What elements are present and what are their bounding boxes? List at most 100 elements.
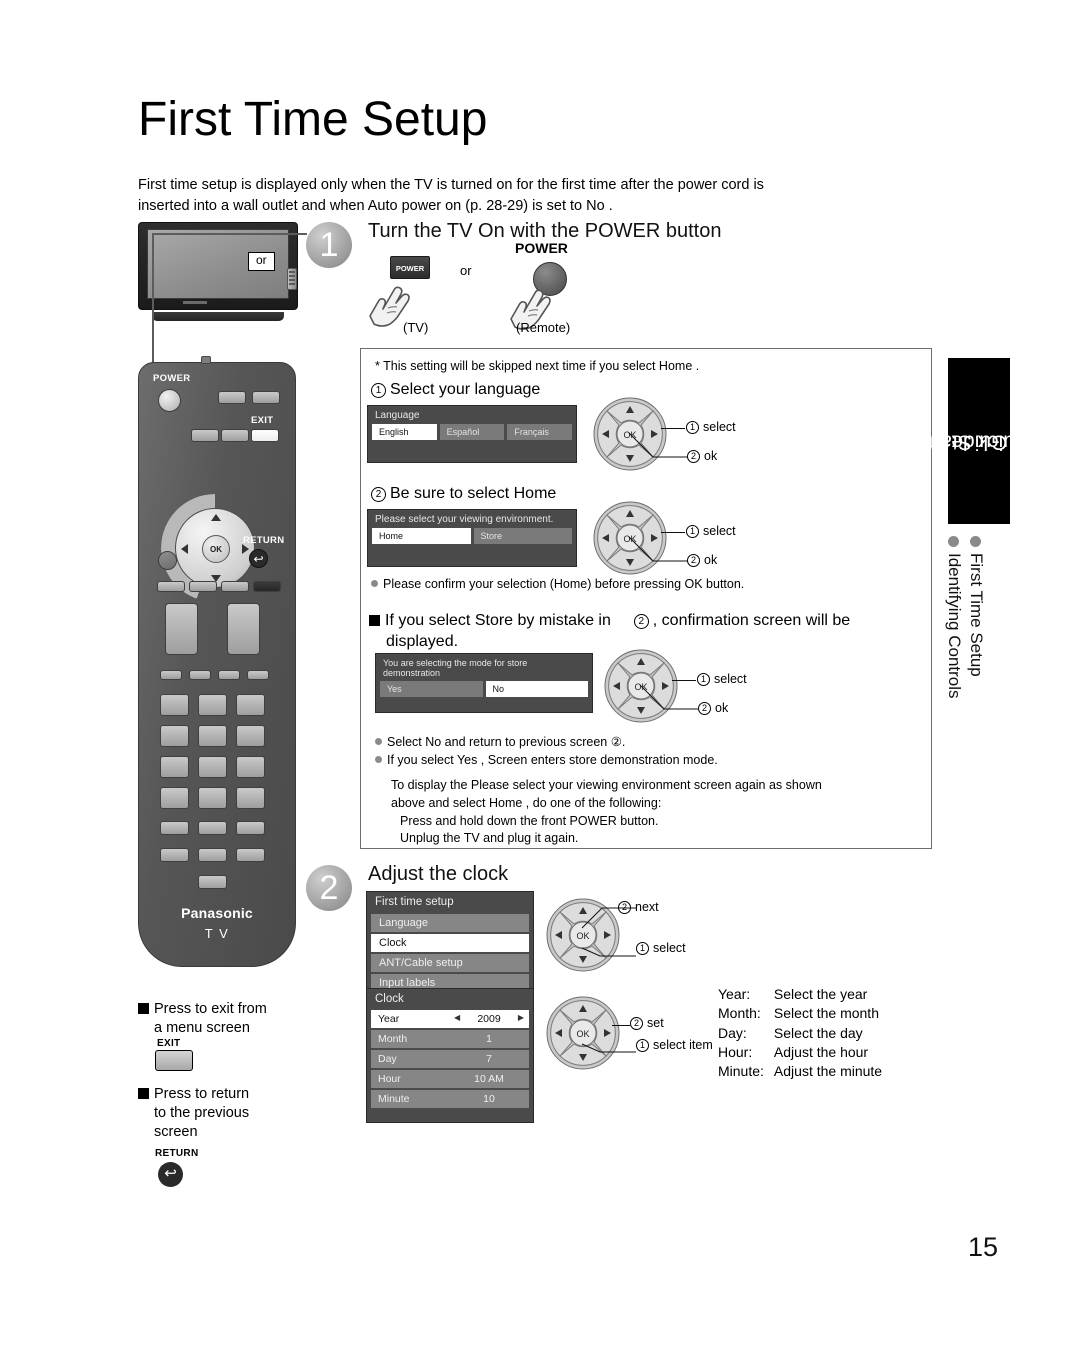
menu-item-language[interactable]: Language	[371, 914, 529, 932]
remote-ok-button: OK	[202, 535, 230, 563]
exit-note: Press to exit from a menu screen	[138, 1000, 267, 1038]
section-tab-list: First Time Setup Identifying Controls	[930, 532, 1012, 762]
substep-2-bullet: Please confirm your selection (Home) bef…	[371, 577, 744, 591]
clock-row-year[interactable]: Year ◀ 2009 ▶	[371, 1010, 529, 1028]
remote-ir-emitter	[201, 356, 211, 364]
clock-row-day[interactable]: Day 7	[371, 1050, 529, 1068]
remote-button	[252, 391, 280, 404]
osd-store-demo-title: You are selecting the mode for store dem…	[383, 658, 528, 678]
clock-desc-text: Select the day	[773, 1024, 863, 1041]
right-arrow-icon[interactable]: ▶	[518, 1013, 524, 1022]
clock-desc-key: Month:	[718, 1005, 761, 1022]
remote-number-button	[160, 694, 189, 716]
return-arrow-icon[interactable]: ↩	[158, 1162, 183, 1187]
dpad-note-ok: 2 ok	[698, 701, 728, 715]
menu-item-ant-cable-setup[interactable]: ANT/Cable setup	[371, 954, 529, 972]
tv-stand	[152, 312, 284, 321]
dpad-note-ok: 2 ok	[687, 449, 717, 463]
osd-option-home[interactable]: Home	[372, 528, 471, 544]
clock-desc-key: Minute:	[718, 1063, 764, 1080]
osd-option-english[interactable]: English	[372, 424, 437, 440]
osd-option-espanol[interactable]: Español	[439, 424, 505, 440]
bullet-dot-icon	[375, 756, 382, 763]
remote-round-button	[158, 551, 177, 570]
remote-button	[227, 603, 260, 655]
remote-control-illustration: POWER EXIT OK RETURN ↩ Panasonic T V	[138, 356, 296, 967]
leader-line	[672, 680, 696, 681]
intro-line-2: inserted into a wall outlet and when Aut…	[138, 197, 613, 214]
remote-button	[189, 670, 211, 680]
osd-store-demo-screen: You are selecting the mode for store dem…	[375, 653, 593, 713]
osd-option-no[interactable]: No	[485, 681, 588, 697]
osd-first-time-setup-menu: First time setup Language Clock ANT/Cabl…	[366, 891, 534, 995]
tab-item-identifying-controls[interactable]: Identifying Controls	[944, 536, 964, 699]
leader-line-ok	[639, 684, 698, 710]
clock-row-minute[interactable]: Minute 10	[371, 1090, 529, 1108]
osd-viewing-environment-screen: Please select your viewing environment. …	[367, 509, 577, 567]
leader-line-select	[581, 947, 636, 957]
remote-button	[157, 581, 185, 592]
leader-line	[612, 1025, 630, 1026]
clock-desc-key: Year:	[718, 986, 751, 1002]
clock-key-hour: Hour	[371, 1070, 449, 1088]
remote-number-button	[198, 694, 227, 716]
step-1-detail-panel: * This setting will be skipped next time…	[360, 348, 932, 849]
remote-exit-button	[251, 429, 279, 442]
remote-button	[191, 429, 219, 442]
clock-desc-text: Adjust the hour	[773, 1043, 869, 1060]
step-2-heading: Adjust the clock	[368, 863, 509, 885]
remote-number-button	[160, 725, 189, 747]
step-2-number: 2	[306, 865, 352, 911]
clock-value-hour[interactable]: 10 AM	[449, 1070, 529, 1088]
clock-value-minute[interactable]: 10	[449, 1090, 529, 1108]
remote-number-button	[198, 756, 227, 778]
osd-menu-title: First time setup	[375, 896, 454, 908]
clock-value-month[interactable]: 1	[449, 1030, 529, 1048]
page-number: 15	[967, 1232, 998, 1262]
tab-item-first-time-setup[interactable]: First Time Setup	[966, 536, 986, 677]
bullet-dot-icon	[970, 536, 981, 547]
remote-number-button	[236, 756, 265, 778]
remote-model-label: T V	[204, 926, 230, 941]
remote-number-button	[236, 725, 265, 747]
substep-2-heading: 2 Be sure to select Home	[371, 485, 556, 503]
remote-button	[198, 875, 227, 889]
osd-option-store[interactable]: Store	[473, 528, 572, 544]
menu-item-clock[interactable]: Clock	[371, 934, 529, 952]
clock-value-day[interactable]: 7	[449, 1050, 529, 1068]
remote-power-label: POWER	[153, 373, 191, 384]
osd-option-francais[interactable]: Français	[507, 424, 573, 440]
store-warning-paragraph: To display the Please select your viewin…	[391, 778, 822, 846]
exit-key-graphic[interactable]	[155, 1050, 193, 1071]
osd-viewing-options: Home Store	[368, 528, 576, 544]
clock-key-year: Year	[371, 1010, 449, 1028]
dpad-up-icon	[211, 514, 221, 521]
osd-option-yes[interactable]: Yes	[380, 681, 483, 697]
osd-clock-title: Clock	[375, 993, 404, 1005]
remote-number-button	[160, 756, 189, 778]
remote-button	[236, 821, 265, 835]
leader-line-select-item	[581, 1043, 636, 1053]
remote-exit-label: EXIT	[251, 415, 274, 426]
store-warning-heading: If you select Store by mistake in 2, con…	[369, 611, 929, 653]
substep-2-number: 2	[371, 487, 386, 502]
clock-field-descriptions: Year: Select the year Month: Select the mo…	[718, 985, 882, 1082]
clock-row-month[interactable]: Month 1	[371, 1030, 529, 1048]
substep-1-number: 1	[371, 383, 386, 398]
leader-line	[661, 532, 685, 533]
square-bullet-icon	[138, 1003, 149, 1014]
dpad-note-next: 2 next	[618, 900, 659, 914]
remote-button	[253, 581, 281, 592]
tv-side-buttons	[287, 268, 297, 290]
callout-line-horizontal	[152, 233, 307, 235]
return-arrow-icon: ↩	[249, 549, 268, 568]
remote-power-caption: POWER	[515, 240, 568, 256]
leader-line	[661, 428, 685, 429]
remote-button	[221, 429, 249, 442]
clock-row-hour[interactable]: Hour 10 AM	[371, 1070, 529, 1088]
osd-language-title: Language	[375, 410, 420, 421]
clock-value-year[interactable]: ◀ 2009 ▶	[449, 1010, 529, 1028]
left-arrow-icon[interactable]: ◀	[454, 1013, 460, 1022]
section-tab-quick-start-guide: Quick Start Guide	[927, 358, 1031, 524]
dpad-note-select: 1 select	[686, 524, 736, 538]
